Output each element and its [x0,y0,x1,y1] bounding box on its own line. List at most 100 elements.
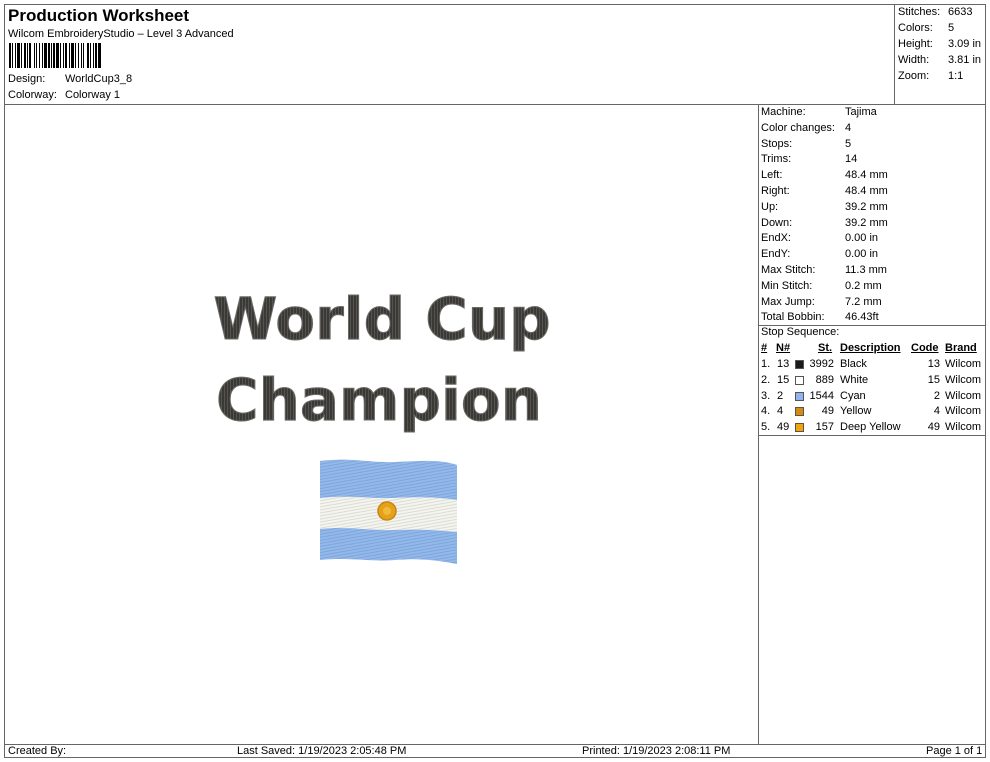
col-stitches: St. [818,342,833,354]
machine-info-value: 39.2 mm [845,216,888,229]
summary-label: Colors: [898,22,933,34]
barcode-bar [21,43,22,68]
barcode-bar [42,43,43,68]
barcode-bar [17,43,20,68]
design-label: Design: [8,73,46,85]
machine-info-label: EndY: [761,248,791,261]
barcode-bar [90,43,91,68]
barcode-bar [78,43,79,68]
sun-center-icon [383,507,391,515]
row-description: Yellow [840,405,872,418]
row-stitches: 1544 [809,389,834,402]
row-code: 15 [927,373,940,386]
machine-info-value: 0.2 mm [845,279,882,292]
color-swatch [795,360,804,369]
row-brand: Wilcom [945,405,982,418]
barcode-bar [65,43,67,68]
machine-info-value: 48.4 mm [845,185,888,197]
col-description: Description [840,342,901,354]
barcode-bar [24,43,26,68]
row-stitches: 889 [815,373,834,386]
last-saved: Last Saved: 1/19/2023 2:05:48 PM [237,745,407,757]
color-swatch [795,423,804,433]
row-stitches: 49 [821,405,834,418]
created-by: Created By: [8,745,67,757]
row-stitches: 157 [815,421,834,434]
barcode-bar [83,43,84,68]
machine-info-value: 0.00 in [845,232,879,245]
row-num: 4. [761,405,771,418]
footer-divider [4,744,986,745]
design-line-1: World Cup [213,285,550,353]
machine-info-label: Max Jump: [761,295,815,308]
summary-value: 3.09 in [948,38,982,50]
barcode-bar [71,43,74,68]
barcode-bar [93,43,94,68]
barcode-bar [9,43,11,68]
barcode-bar [12,43,13,68]
barcode-bar [95,43,97,68]
design-value: WorldCup3_8 [65,73,133,85]
summary-value: 6633 [948,6,973,18]
row-brand: Wilcom [945,389,982,402]
row-num: 2. [761,373,771,386]
row-n: 49 [777,421,790,434]
barcode-bar [48,43,50,68]
design-line-2: Champion [216,366,542,434]
machine-info-value: 46.43ft [845,311,879,324]
machine-info-label: Down: [761,216,793,229]
col-n: N# [776,342,791,354]
col-code: Code [911,342,939,354]
barcode-bar [15,43,16,68]
color-swatch [795,391,804,401]
barcode-bar [53,43,55,68]
machine-info-label: Left: [761,169,783,182]
color-swatch [795,407,804,417]
barcode-bar [75,43,76,68]
stop-sequence-bottom-divider [758,435,986,436]
row-brand: Wilcom [945,421,982,434]
info-panel-divider [758,104,759,744]
machine-info-label: Up: [761,200,779,213]
color-swatch [795,375,804,385]
row-n: 4 [777,405,784,418]
row-description: Black [840,358,867,370]
machine-info-value: 39.2 mm [845,200,888,213]
row-code: 13 [927,358,940,370]
row-num: 1. [761,358,771,370]
machine-info-value: 48.4 mm [845,169,888,182]
machine-info-label: Min Stitch: [761,279,813,292]
summary-divider [894,4,895,104]
row-n: 13 [777,358,790,370]
row-n: 15 [777,373,790,386]
machine-info-label: Total Bobbin: [761,311,825,324]
software-name: Wilcom EmbroideryStudio – Level 3 Advanc… [8,28,234,40]
summary-value: 3.81 in [948,54,982,66]
row-description: Cyan [840,389,866,402]
machine-info-label: Machine: [761,106,806,118]
barcode-bar [98,43,101,68]
worksheet-title: Production Worksheet [8,6,190,25]
machine-info-value: 0.00 in [845,248,879,261]
machine-info-value: 14 [845,153,858,166]
barcode-bar [34,43,35,68]
barcode-bar [81,43,82,68]
summary-value: 5 [948,22,955,34]
barcode-bar [56,43,59,68]
row-code: 49 [927,421,940,434]
machine-info-label: Max Stitch: [761,264,816,276]
summary-value: 1:1 [948,70,964,82]
barcode-bar [44,43,47,68]
barcode-bar [51,43,52,68]
machine-info-value: 7.2 mm [845,295,882,308]
machine-info-value: 4 [845,121,852,134]
machine-info-value: Tajima [845,106,877,118]
row-brand: Wilcom [945,358,982,370]
row-code: 2 [933,389,940,402]
row-num: 5. [761,421,771,434]
row-num: 3. [761,389,771,402]
machine-info-value: 11.3 mm [845,264,887,276]
machine-info-label: Trims: [761,153,792,166]
barcode-bar [29,43,31,68]
barcode-bar [27,43,28,68]
